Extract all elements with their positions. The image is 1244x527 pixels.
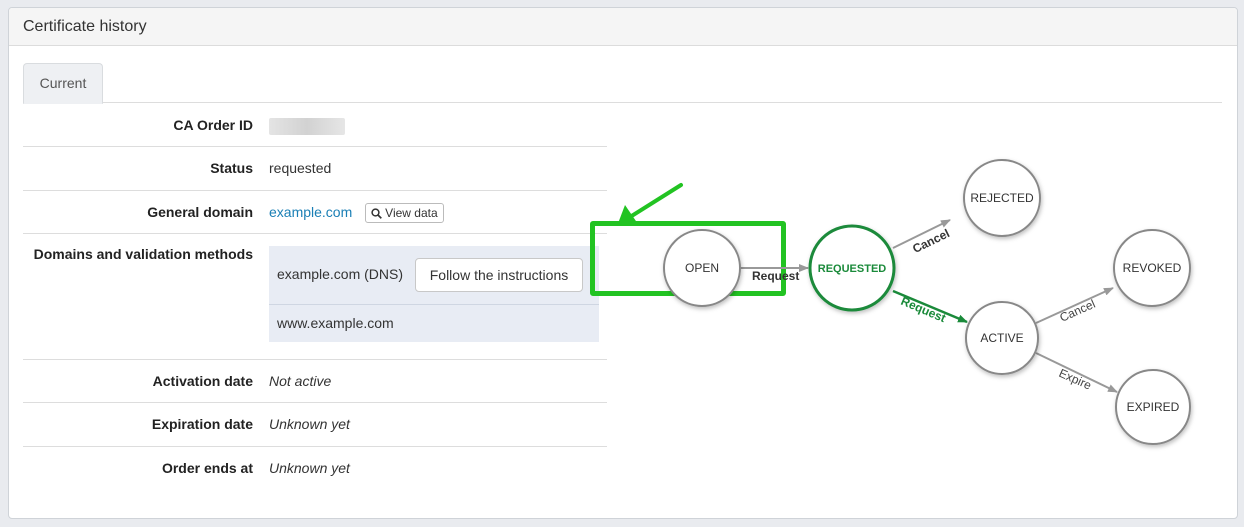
state-node-revoked: REVOKED [1113,229,1191,307]
state-label: REQUESTED [818,263,887,275]
state-label: ACTIVE [980,331,1023,345]
state-label: OPEN [685,261,719,275]
state-node-requested: REQUESTED [808,224,896,312]
edge-label: Request [752,269,799,283]
edge-label: Expire [1057,366,1094,393]
edge-label: Cancel [910,226,952,256]
state-label: REVOKED [1123,261,1182,275]
edge-label: Cancel [1058,297,1098,325]
state-label: REJECTED [970,191,1034,205]
annotation-arrow [617,183,683,226]
state-label: EXPIRED [1127,400,1180,414]
edge-label: Request [899,294,948,325]
state-diagram: Request Cancel Request Cancel Expire OPE… [617,159,1191,445]
state-node-open: OPEN [663,229,741,307]
state-node-rejected: REJECTED [963,159,1041,237]
state-node-active: ACTIVE [965,301,1039,375]
state-node-expired: EXPIRED [1115,369,1191,445]
